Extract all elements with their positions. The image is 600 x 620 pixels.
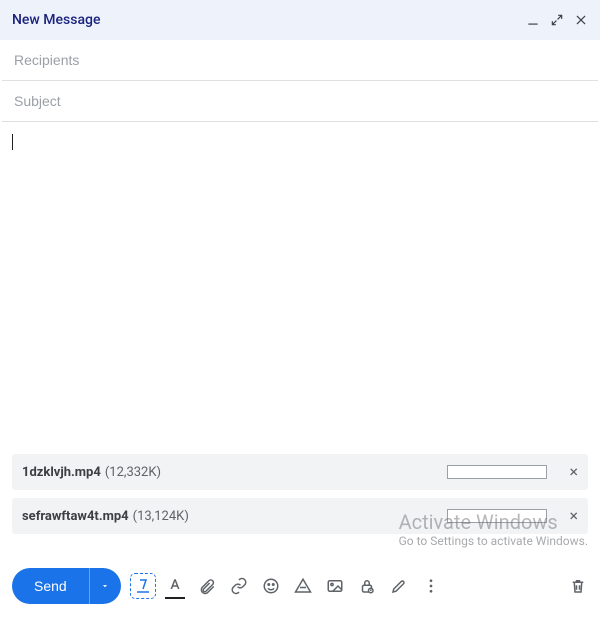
insert-emoji-icon[interactable]	[261, 576, 281, 596]
minimize-icon[interactable]	[526, 13, 540, 27]
attachment-chip[interactable]: 1dzklvjh.mp4 (12,332K) ×	[12, 454, 588, 490]
formatting-options-icon[interactable]	[133, 576, 153, 596]
attachment-remove-icon[interactable]: ×	[569, 464, 578, 480]
send-group: Send	[12, 568, 121, 604]
attachment-progress	[447, 465, 547, 479]
attachment-size: (12,332K)	[105, 465, 161, 480]
subject-row	[2, 81, 598, 122]
attachment-size: (13,124K)	[133, 509, 189, 524]
insert-photo-icon[interactable]	[325, 576, 345, 596]
attachment-name: sefrawftaw4t.mp4	[22, 509, 129, 524]
attachment-remove-icon[interactable]: ×	[569, 508, 578, 524]
send-more-button[interactable]	[89, 568, 121, 604]
insert-link-icon[interactable]	[229, 576, 249, 596]
discard-draft-icon[interactable]	[568, 576, 588, 596]
attachment-name: 1dzklvjh.mp4	[22, 465, 101, 480]
attachments-list: 1dzklvjh.mp4 (12,332K) × sefrawftaw4t.mp…	[0, 454, 600, 542]
subject-input[interactable]	[14, 89, 586, 113]
attachment-chip[interactable]: sefrawftaw4t.mp4 (13,124K) ×	[12, 498, 588, 534]
text-cursor	[12, 134, 13, 150]
compose-window: New Message 1dzklvjh.mp4 (12,	[0, 0, 600, 620]
recipients-input[interactable]	[14, 48, 586, 72]
compose-toolbar: Send	[0, 560, 600, 620]
text-color-icon[interactable]	[165, 576, 185, 596]
fullscreen-icon[interactable]	[550, 13, 564, 27]
window-controls	[526, 13, 588, 27]
more-options-icon[interactable]	[421, 576, 441, 596]
insert-drive-icon[interactable]	[293, 576, 313, 596]
compose-title: New Message	[12, 12, 100, 28]
send-button[interactable]: Send	[12, 568, 89, 604]
attach-file-icon[interactable]	[197, 576, 217, 596]
attachment-progress	[447, 509, 547, 523]
confidential-mode-icon[interactable]	[357, 576, 377, 596]
insert-signature-icon[interactable]	[389, 576, 409, 596]
close-icon[interactable]	[574, 13, 588, 27]
compose-header: New Message	[0, 0, 600, 40]
recipients-row	[2, 40, 598, 81]
body-area[interactable]	[0, 122, 600, 454]
